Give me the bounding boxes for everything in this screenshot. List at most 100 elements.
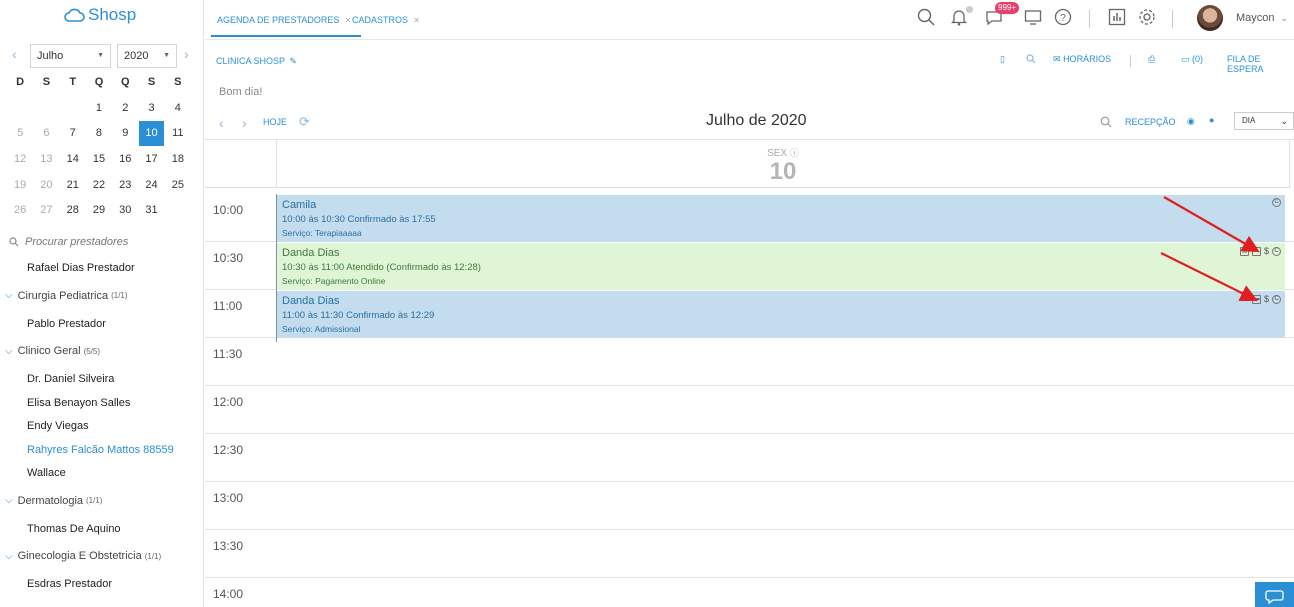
brand-logo[interactable]: Shosp [63,5,136,25]
tablet-icon[interactable]: ▯ [1000,54,1005,65]
printer-icon[interactable]: ▬ [1251,294,1261,304]
info-icon[interactable]: ● [1209,115,1214,125]
calendar-day[interactable]: 20 [33,175,59,201]
pencil-icon[interactable]: ✎ [289,56,297,66]
time-slot[interactable]: 12:00 [205,386,1294,434]
bell-icon[interactable] [950,6,973,28]
provider-item[interactable]: Esdras Prestador [27,578,112,590]
time-slot[interactable]: 14:00 [205,578,1294,607]
provider-group[interactable]: ⌵ Cirurgia Pediatrica (1/1) [5,290,128,302]
time-slot[interactable]: 12:30 [205,434,1294,482]
month-select[interactable]: Julho ▼ [30,44,111,68]
provider-group[interactable]: ⌵ Ginecologia E Obstetricia (1/1) [5,550,161,562]
close-tab-icon[interactable]: × [414,15,419,25]
next-month-icon[interactable]: › [184,46,189,62]
clock-icon[interactable]: C [1272,246,1281,256]
clock-icon[interactable]: C [1272,294,1281,304]
calendar-day[interactable]: 1 [86,98,112,124]
monitor-icon[interactable] [1024,8,1044,28]
chat-support-button[interactable] [1255,582,1294,607]
calendar-day[interactable]: 28 [60,200,86,226]
avatar[interactable] [1197,5,1223,31]
calendar-day[interactable]: 8 [86,123,112,149]
calendar-day[interactable]: 16 [112,149,138,175]
horarios-button[interactable]: ✉ HORÁRIOS [1053,54,1111,65]
calendar-day[interactable]: 6 [33,123,59,149]
provider-item[interactable]: Dr. Daniel Silveira [27,373,114,385]
search-icon[interactable] [1100,116,1112,130]
provider-search[interactable]: Procurar prestadores [9,236,128,248]
selected-day[interactable]: 10 [139,121,165,147]
calendar-day[interactable]: 13 [33,149,59,175]
appointment-event[interactable]: Danda Dias 10:30 às 11:00 Atendido (Confi… [277,243,1285,290]
help-icon[interactable]: ? [1054,8,1074,28]
dollar-icon[interactable]: $ [1264,294,1269,304]
calendar-day[interactable]: 3 [138,98,164,124]
thumbs-up-icon[interactable]: ♦ [1251,246,1261,256]
today-button[interactable]: HOJE [263,117,287,127]
reports-icon[interactable] [1108,8,1128,28]
calendar-day[interactable]: 25 [165,175,191,201]
calendar-day[interactable]: 23 [112,175,138,201]
calendar-day[interactable]: 18 [165,149,191,175]
calendar-day[interactable]: 10 [138,121,165,149]
close-tab-icon[interactable]: × [345,15,350,25]
calendar-day[interactable]: 19 [7,175,33,201]
provider-item[interactable]: Thomas De Aquino [27,523,121,535]
calendar-day[interactable]: 11 [165,123,191,149]
next-day-icon[interactable]: › [242,115,247,131]
calendar-day[interactable]: 31 [138,200,164,226]
provider-group[interactable]: ⌵ Dermatologia (1/1) [5,495,102,507]
calendar-day[interactable]: 15 [86,149,112,175]
provider-item[interactable]: Rafael Dias Prestador [27,262,135,274]
tab-cadastros[interactable]: CADASTROS × [352,15,419,25]
user-menu[interactable]: Maycon ⌄ [1236,12,1288,24]
calendar-day[interactable]: 21 [60,175,86,201]
provider-item[interactable]: Wallace [27,467,66,479]
calendar-day[interactable]: 4 [165,98,191,124]
eye-icon[interactable]: ◉ [1187,116,1195,127]
calendar-day[interactable]: 29 [86,200,112,226]
calendar-day[interactable]: 12 [7,149,33,175]
view-select[interactable]: DIA ⌄ [1234,112,1294,130]
calendar-day[interactable]: 5 [7,123,33,149]
clock-icon[interactable]: C [1272,198,1281,207]
time-slot[interactable]: 13:30 [205,530,1294,578]
gear-icon[interactable] [1138,8,1158,28]
calendar-day[interactable]: 22 [86,175,112,201]
chat-icon[interactable]: 999+ [985,2,1020,28]
calendar-day[interactable]: 14 [60,149,86,175]
prev-day-icon[interactable]: ‹ [219,115,224,131]
clinic-selector[interactable]: CLINICA SHOSP ✎ [216,56,297,67]
calendar-day[interactable]: 26 [7,200,33,226]
provider-item[interactable]: Elisa Benayon Salles [27,397,130,409]
time-slot[interactable]: 13:00 [205,482,1294,530]
calendar-day[interactable]: 30 [112,200,138,226]
provider-group[interactable]: ⌵ Clinico Geral (5/5) [5,345,100,357]
provider-item[interactable]: Pablo Prestador [27,318,106,330]
tab-agenda-prestadores[interactable]: AGENDA DE PRESTADORES × [211,15,361,37]
waitlist-button[interactable]: FILA DE ESPERA [1227,54,1294,74]
calendar-day[interactable]: 7 [60,123,86,149]
appointment-event[interactable]: Camila 10:00 às 10:30 Confirmado às 17:55… [277,195,1285,242]
info-icon[interactable]: ⓘ [790,148,799,158]
year-select[interactable]: 2020 ▼ [117,44,177,68]
calendar-day[interactable]: 17 [138,149,164,175]
calendar-day[interactable]: 27 [33,200,59,226]
appointment-event[interactable]: Danda Dias 11:00 às 11:30 Confirmado às 1… [277,291,1285,338]
search-icon[interactable] [1026,54,1036,66]
waitlist-count-button[interactable]: ▭ (0) [1181,54,1203,65]
document-icon[interactable]: ▤ [1239,246,1249,256]
provider-item[interactable]: Endy Viegas [27,420,89,432]
print-icon[interactable]: ⎙ [1148,54,1155,65]
reception-button[interactable]: RECEPÇÃO [1125,117,1176,127]
calendar-day[interactable]: 9 [112,123,138,149]
refresh-icon[interactable]: ⟳ [299,114,310,130]
calendar-day[interactable]: 2 [112,98,138,124]
provider-item[interactable]: Rahyres Falcão Mattos 88559 [27,444,174,456]
time-slot[interactable]: 11:30 [205,338,1294,386]
dollar-icon[interactable]: $ [1264,246,1269,256]
prev-month-icon[interactable]: ‹ [12,46,17,62]
search-icon[interactable] [917,8,937,28]
calendar-day[interactable]: 24 [138,175,164,201]
